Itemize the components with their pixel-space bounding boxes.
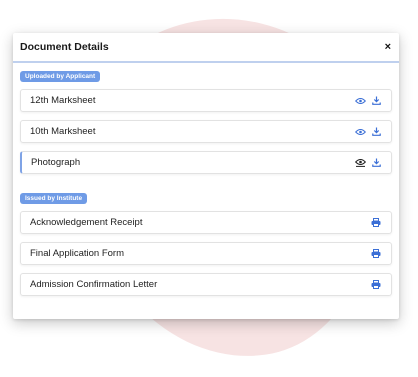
- printer-icon[interactable]: [371, 249, 381, 258]
- document-details-modal: Document Details × Uploaded by Applicant…: [13, 33, 399, 319]
- eye-icon[interactable]: [355, 128, 366, 136]
- download-icon[interactable]: [372, 127, 381, 136]
- issued-section: Issued by Institute Acknowledgement Rece…: [13, 182, 399, 296]
- doc-actions: [355, 127, 381, 136]
- doc-item-photograph: Photograph: [20, 151, 392, 174]
- doc-actions: [371, 280, 381, 289]
- download-icon[interactable]: [372, 158, 381, 167]
- printer-icon[interactable]: [371, 218, 381, 227]
- doc-item-final-application-form: Final Application Form: [20, 242, 392, 265]
- doc-label: Acknowledgement Receipt: [30, 217, 143, 228]
- doc-label: 10th Marksheet: [30, 126, 96, 137]
- doc-item-admission-confirmation-letter: Admission Confirmation Letter: [20, 273, 392, 296]
- uploaded-section: Uploaded by Applicant 12th Marksheet 10t…: [13, 63, 399, 174]
- uploaded-list: 12th Marksheet 10th Marksheet Photograph: [20, 89, 392, 174]
- eye-icon[interactable]: [355, 158, 366, 167]
- doc-label: 12th Marksheet: [30, 95, 96, 106]
- modal-title: Document Details: [20, 41, 109, 53]
- close-button[interactable]: ×: [385, 41, 391, 53]
- printer-icon[interactable]: [371, 280, 381, 289]
- doc-item-acknowledgement-receipt: Acknowledgement Receipt: [20, 211, 392, 234]
- section-badge-issued: Issued by Institute: [20, 193, 88, 204]
- doc-label: Photograph: [31, 157, 81, 168]
- doc-actions: [355, 158, 381, 167]
- doc-label: Final Application Form: [30, 248, 124, 259]
- section-badge-uploaded: Uploaded by Applicant: [20, 71, 101, 82]
- issued-list: Acknowledgement Receipt Final Applicatio…: [20, 211, 392, 296]
- doc-actions: [355, 96, 381, 105]
- download-icon[interactable]: [372, 96, 381, 105]
- doc-item-12th-marksheet: 12th Marksheet: [20, 89, 392, 112]
- doc-actions: [371, 249, 381, 258]
- doc-item-10th-marksheet: 10th Marksheet: [20, 120, 392, 143]
- doc-actions: [371, 218, 381, 227]
- modal-header: Document Details ×: [13, 33, 399, 63]
- eye-icon[interactable]: [355, 97, 366, 105]
- doc-label: Admission Confirmation Letter: [30, 279, 158, 290]
